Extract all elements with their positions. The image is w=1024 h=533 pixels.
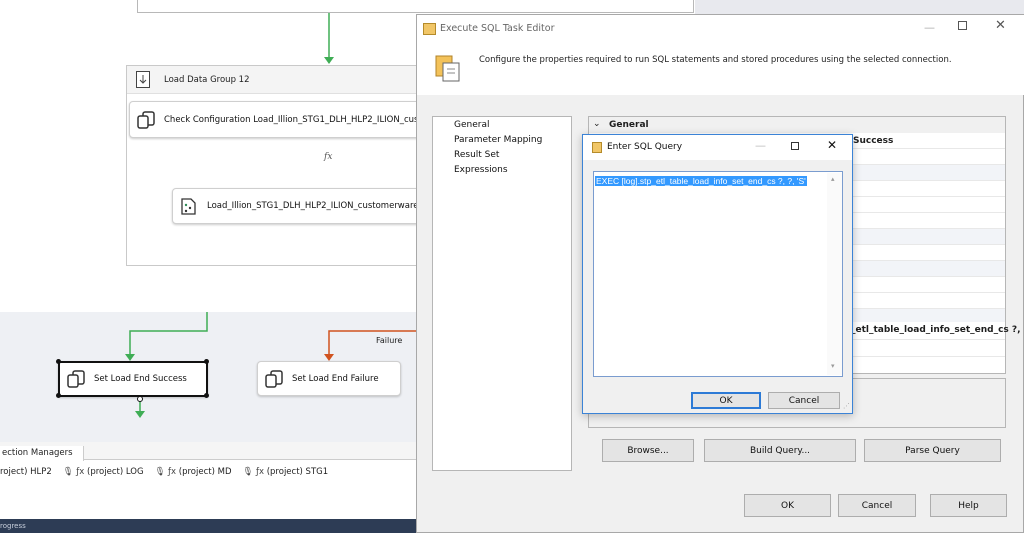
connection-icon: 🎙 ƒx xyxy=(154,467,179,477)
resize-grip-icon[interactable]: ⋰ xyxy=(843,402,850,410)
sql-cancel-button[interactable]: Cancel xyxy=(768,392,840,409)
property-value: Success xyxy=(853,136,894,146)
connection-managers-tab[interactable]: ection Managers xyxy=(0,446,84,461)
dialog-title-bar[interactable]: Execute SQL Task Editor — ✕ xyxy=(417,15,1024,43)
connection-icon: 🎙 ƒx xyxy=(62,467,88,477)
connection-managers-list: roject) HLP2 🎙 ƒx (project) LOG 🎙 ƒx (pr… xyxy=(0,461,416,519)
nav-parameter-mapping[interactable]: Parameter Mapping xyxy=(454,135,542,145)
parse-query-button[interactable]: Parse Query xyxy=(864,439,1001,462)
close-icon[interactable]: ✕ xyxy=(995,18,1006,33)
arrow-head-icon xyxy=(125,354,135,361)
sql-dialog-title: Enter SQL Query xyxy=(607,142,683,152)
scroll-down-icon[interactable]: ▾ xyxy=(831,362,835,370)
dialog-title: Execute SQL Task Editor xyxy=(440,23,555,34)
execute-sql-task-icon xyxy=(67,370,85,388)
expression-fx-icon: fx xyxy=(324,152,333,162)
status-text: rogress xyxy=(0,522,26,530)
vertical-scrollbar[interactable]: ▴ ▾ xyxy=(827,173,842,375)
sequence-container-title: Load Data Group 12 xyxy=(164,75,250,85)
sql-query-text: EXEC [log].stp_etl_table_load_info_set_e… xyxy=(595,176,807,186)
task-set-load-end-failure[interactable]: Set Load End Failure xyxy=(257,361,401,396)
connection-md[interactable]: 🎙 ƒx (project) MD xyxy=(155,467,232,477)
minimize-icon[interactable]: — xyxy=(755,139,766,152)
sequence-container-header[interactable]: Load Data Group 12 xyxy=(127,66,425,94)
collapse-chevron-icon[interactable]: ⌄ xyxy=(593,119,601,129)
execute-sql-task-icon xyxy=(137,110,155,129)
arrow-to-failure xyxy=(328,330,416,355)
task-label: Set Load End Success xyxy=(94,374,187,384)
maximize-icon[interactable] xyxy=(791,142,799,150)
task-label: Check Configuration Load_Illion_STG1_DLH… xyxy=(164,114,424,125)
arrow-head-icon xyxy=(324,354,334,361)
arrow-to-success xyxy=(129,312,208,355)
connection-log[interactable]: 🎙 ƒx (project) LOG xyxy=(63,467,144,477)
task-check-configuration[interactable]: Check Configuration Load_Illion_STG1_DLH… xyxy=(129,101,424,138)
browse-button[interactable]: Browse... xyxy=(602,439,694,462)
cancel-button[interactable]: Cancel xyxy=(838,494,916,517)
task-label: Set Load End Failure xyxy=(292,373,379,384)
ok-button[interactable]: OK xyxy=(744,494,831,517)
resize-handle[interactable] xyxy=(204,359,209,364)
close-icon[interactable]: ✕ xyxy=(827,138,837,152)
scroll-up-icon[interactable]: ▴ xyxy=(831,175,835,183)
sql-query-textarea[interactable]: EXEC [log].stp_etl_table_load_info_set_e… xyxy=(593,171,843,377)
execute-sql-task-icon xyxy=(265,369,283,388)
sql-ok-button[interactable]: OK xyxy=(691,392,761,409)
connection-icon: 🎙 ƒx xyxy=(242,467,267,477)
build-query-button[interactable]: Build Query... xyxy=(704,439,856,462)
property-grid-section-header[interactable]: ⌄ General xyxy=(589,117,1005,133)
dialog-header: Configure the properties required to run… xyxy=(417,43,1024,95)
task-load-data-flow[interactable]: Load_Illion_STG1_DLH_HLP2_ILION_customer… xyxy=(172,188,424,224)
connector-handle[interactable] xyxy=(137,396,143,402)
resize-handle[interactable] xyxy=(56,393,61,398)
resize-handle[interactable] xyxy=(204,393,209,398)
property-section-title: General xyxy=(609,120,649,130)
dialog-app-icon xyxy=(423,23,436,35)
arrow-head-icon xyxy=(324,57,334,64)
sequence-container-icon xyxy=(136,71,150,88)
status-bar: rogress xyxy=(0,519,416,533)
minimize-icon[interactable]: — xyxy=(924,21,935,34)
nav-result-set[interactable]: Result Set xyxy=(454,150,499,160)
task-editor-icon xyxy=(435,55,460,82)
property-value: _etl_table_load_info_set_end_cs ?, xyxy=(851,325,1021,335)
connection-hlp2[interactable]: roject) HLP2 xyxy=(0,467,52,477)
task-set-load-end-success[interactable]: Set Load End Success xyxy=(58,361,208,397)
dialog-description: Configure the properties required to run… xyxy=(479,55,952,65)
task-label: Load_Illion_STG1_DLH_HLP2_ILION_customer… xyxy=(207,201,424,211)
canvas-strip xyxy=(695,0,1024,14)
sequence-container[interactable] xyxy=(126,65,426,266)
failure-constraint-label: Failure xyxy=(376,336,403,345)
connection-stg1[interactable]: 🎙 ƒx (project) STG1 xyxy=(243,467,329,477)
sql-dialog-title-bar[interactable]: Enter SQL Query — ✕ xyxy=(583,135,852,160)
help-button[interactable]: Help xyxy=(930,494,1007,517)
arrow-head-icon xyxy=(135,411,145,418)
maximize-icon[interactable] xyxy=(958,21,967,30)
resize-handle[interactable] xyxy=(56,359,61,364)
sql-dialog-icon xyxy=(592,142,602,153)
nav-expressions[interactable]: Expressions xyxy=(454,165,508,175)
data-flow-task-icon xyxy=(181,198,196,215)
nav-general[interactable]: General xyxy=(454,120,489,130)
